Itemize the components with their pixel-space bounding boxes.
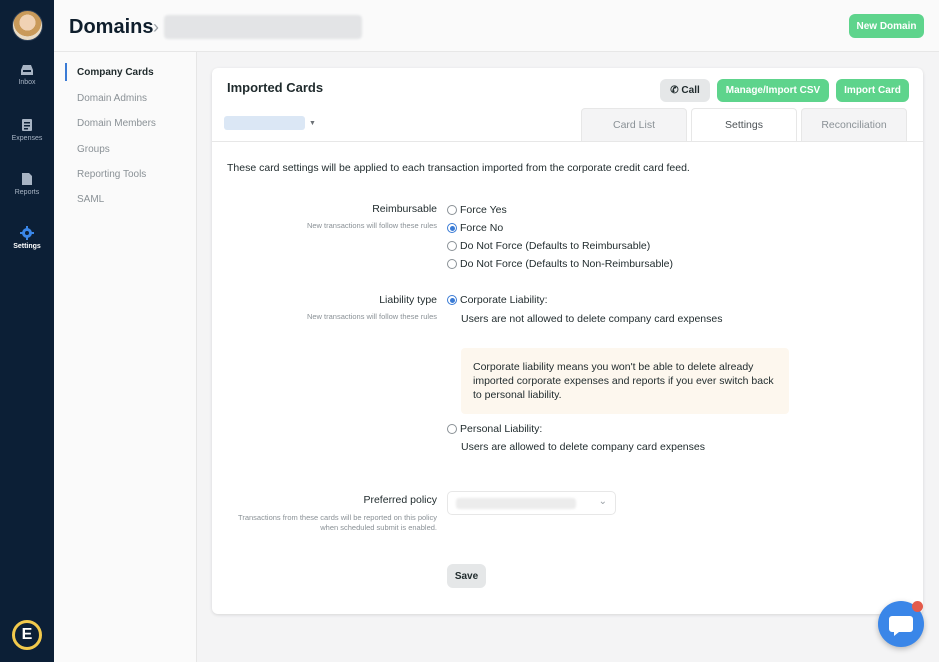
manage-import-csv-button[interactable]: Manage/Import CSV (717, 79, 829, 102)
call-label: Call (681, 85, 700, 96)
page-title: Domains (69, 16, 154, 38)
radio-label: Do Not Force (Defaults to Non-Reimbursab… (460, 258, 673, 270)
import-card-button[interactable]: Import Card (836, 79, 909, 102)
personal-liability-desc: Users are allowed to delete company card… (461, 441, 705, 453)
radio-label: Personal Liability: (460, 423, 543, 435)
card-actions: ✆ Call Manage/Import CSV Import Card (660, 79, 909, 102)
tab-divider (212, 141, 923, 142)
preferred-policy-select[interactable]: ⌄ (447, 491, 616, 515)
radio-corporate-liability[interactable]: Corporate Liability: (447, 294, 548, 306)
radio-do-not-force-reimbursable[interactable]: Do Not Force (Defaults to Reimbursable) (447, 240, 650, 252)
radio-label: Do Not Force (Defaults to Reimbursable) (460, 240, 651, 252)
subnav-item-groups[interactable]: Groups (77, 144, 110, 155)
phone-icon: ✆ (670, 85, 679, 96)
tab-reconciliation[interactable]: Reconciliation (801, 108, 907, 141)
rail-item-inbox[interactable]: Inbox (0, 64, 54, 86)
liability-type-sub: New transactions will follow these rules (306, 312, 437, 321)
rail-item-label: Reports (14, 189, 40, 196)
radio-button[interactable] (447, 223, 457, 233)
card-title: Imported Cards (227, 80, 324, 95)
subnav-item-company-cards[interactable]: Company Cards (77, 67, 154, 78)
reimbursable-label: Reimbursable (372, 203, 437, 215)
card-feed-select[interactable] (224, 116, 305, 130)
app-rail: Inbox Expenses Reports Settings E (0, 0, 54, 662)
rail-item-label: Inbox (18, 79, 36, 86)
reimbursable-sub: New transactions will follow these rules (306, 221, 437, 230)
radio-button[interactable] (447, 205, 457, 215)
radio-personal-liability[interactable]: Personal Liability: (447, 423, 542, 435)
subnav-item-domain-admins[interactable]: Domain Admins (77, 93, 147, 104)
save-button[interactable]: Save (447, 564, 486, 588)
liability-type-label: Liability type (379, 294, 437, 306)
rail-item-label: Expenses (11, 135, 43, 142)
radio-label: Force Yes (460, 204, 507, 216)
policy-name-redacted (456, 498, 576, 509)
radio-label: Corporate Liability: (460, 294, 548, 306)
preferred-policy-sub: Transactions from these cards will be re… (238, 513, 437, 532)
radio-button[interactable] (447, 424, 457, 434)
radio-button[interactable] (447, 241, 457, 251)
expenses-icon (22, 119, 32, 131)
rail-item-reports[interactable]: Reports (0, 172, 54, 196)
chevron-down-icon: ⌄ (598, 496, 607, 507)
rail-item-expenses[interactable]: Expenses (0, 118, 54, 142)
radio-label: Force No (460, 222, 504, 234)
reports-icon (22, 173, 32, 185)
avatar[interactable] (12, 10, 43, 41)
radio-do-not-force-non-reimbursable[interactable]: Do Not Force (Defaults to Non-Reimbursab… (447, 258, 673, 270)
tab-bar: Card List Settings Reconciliation (581, 108, 911, 141)
imported-cards-panel: Imported Cards ✆ Call Manage/Import CSV … (212, 68, 923, 614)
active-indicator (65, 63, 67, 81)
rail-item-settings[interactable]: Settings (0, 226, 54, 250)
page-header: Domains › New Domain (54, 0, 939, 52)
tab-settings[interactable]: Settings (691, 108, 797, 141)
gear-icon (20, 226, 34, 240)
subnav-item-reporting-tools[interactable]: Reporting Tools (77, 169, 146, 180)
domain-subnav: Company Cards Domain Admins Domain Membe… (54, 52, 197, 662)
radio-force-yes[interactable]: Force Yes (447, 204, 507, 216)
radio-force-no[interactable]: Force No (447, 222, 503, 234)
radio-button[interactable] (447, 295, 457, 305)
breadcrumb-chevron-icon: › (153, 17, 159, 37)
notification-dot (912, 601, 923, 612)
expensify-logo[interactable]: E (12, 620, 42, 650)
preferred-policy-label: Preferred policy (363, 494, 437, 506)
call-button[interactable]: ✆ Call (660, 79, 710, 102)
radio-button[interactable] (447, 259, 457, 269)
subnav-item-domain-members[interactable]: Domain Members (77, 118, 156, 129)
tab-card-list[interactable]: Card List (581, 108, 687, 141)
settings-description: These card settings will be applied to e… (227, 162, 690, 174)
subnav-item-saml[interactable]: SAML (77, 194, 104, 205)
rail-item-label: Settings (13, 243, 41, 250)
inbox-icon (21, 65, 33, 75)
domain-name-redacted (164, 15, 362, 39)
corporate-liability-desc: Users are not allowed to delete company … (461, 313, 723, 325)
new-domain-button[interactable]: New Domain (849, 14, 924, 38)
corporate-liability-note: Corporate liability means you won't be a… (461, 348, 789, 414)
dropdown-arrow-icon[interactable]: ▼ (309, 120, 316, 127)
